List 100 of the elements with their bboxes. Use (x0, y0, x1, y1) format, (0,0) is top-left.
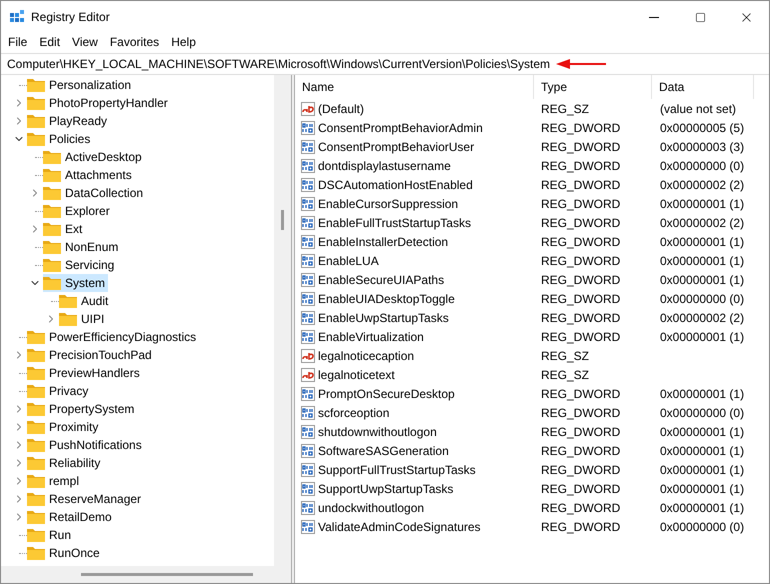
value-name[interactable]: EnableLUA (318, 252, 379, 270)
minimize-icon (649, 16, 659, 18)
value-data: 0x00000002 (2) (660, 216, 744, 230)
value-name[interactable]: EnableCursorSuppression (318, 194, 458, 212)
tree-item[interactable]: ReserveManager (27, 490, 144, 508)
binary-value-icon (301, 216, 315, 230)
value-type: REG_DWORD (541, 272, 620, 286)
tree-item[interactable]: PreviewHandlers (27, 364, 143, 382)
value-name[interactable]: EnableFullTrustStartupTasks (318, 214, 471, 232)
folder-icon (43, 276, 61, 290)
column-header[interactable]: Type (534, 75, 652, 99)
binary-value-icon (301, 444, 315, 458)
column-header[interactable]: Name (295, 75, 534, 99)
menu-item[interactable]: Favorites (110, 33, 160, 51)
value-type: REG_DWORD (541, 406, 620, 420)
value-data: 0x00000000 (0) (660, 292, 744, 306)
folder-icon (27, 402, 45, 416)
value-name[interactable]: dontdisplaylastusername (318, 156, 451, 174)
value-name[interactable]: EnableInstallerDetection (318, 232, 448, 250)
tree-item[interactable]: Personalization (27, 76, 134, 94)
value-name[interactable]: EnableSecureUIAPaths (318, 270, 444, 288)
value-type: REG_DWORD (541, 444, 620, 458)
value-name[interactable]: undockwithoutlogon (318, 498, 424, 516)
binary-value-icon (301, 462, 315, 476)
value-name[interactable]: SupportFullTrustStartupTasks (318, 460, 476, 478)
binary-value-icon (301, 500, 315, 514)
tree-item[interactable]: Explorer (43, 202, 113, 220)
tree-item[interactable]: PlayReady (27, 112, 110, 130)
menu-item[interactable]: File (8, 33, 28, 51)
tree-item[interactable]: PushNotifications (27, 436, 145, 454)
value-type: REG_DWORD (541, 330, 620, 344)
tree-item[interactable]: RetailDemo (27, 508, 115, 526)
value-type: REG_SZ (541, 368, 590, 382)
value-type: REG_DWORD (541, 500, 620, 514)
vertical-scrollbar[interactable] (274, 75, 291, 566)
tree-item[interactable]: PowerEfficiencyDiagnostics (27, 328, 200, 346)
window-title: Registry Editor (31, 9, 110, 26)
value-name[interactable]: ValidateAdminCodeSignatures (318, 518, 481, 536)
value-name[interactable]: SupportUwpStartupTasks (318, 480, 454, 498)
tree-item[interactable]: NonEnum (43, 238, 122, 256)
value-type: REG_DWORD (541, 254, 620, 268)
value-name[interactable]: EnableUwpStartupTasks (318, 308, 449, 326)
folder-icon (27, 384, 45, 398)
tree-item[interactable]: UIPI (59, 310, 108, 328)
binary-value-icon (301, 292, 315, 306)
tree-item[interactable]: PhotoPropertyHandler (27, 94, 171, 112)
string-value-icon (301, 348, 315, 362)
string-value-icon (301, 368, 315, 382)
value-name[interactable]: scforceoption (318, 404, 390, 422)
value-data: (value not set) (660, 102, 736, 116)
binary-value-icon (301, 234, 315, 248)
folder-icon (27, 510, 45, 524)
tree-item[interactable]: Ext (43, 220, 86, 238)
folder-icon (27, 348, 45, 362)
tree-item[interactable]: Policies (27, 130, 94, 148)
tree-item[interactable]: DataCollection (43, 184, 146, 202)
tree-item[interactable]: Run (27, 526, 74, 544)
folder-icon (27, 456, 45, 470)
value-name[interactable]: (Default) (318, 100, 364, 118)
tree-item[interactable]: ActiveDesktop (43, 148, 145, 166)
tree-item[interactable]: PrecisionTouchPad (27, 346, 155, 364)
value-name[interactable]: legalnoticetext (318, 366, 395, 384)
tree-item[interactable]: Attachments (43, 166, 135, 184)
folder-icon (43, 222, 61, 236)
value-data: 0x00000002 (2) (660, 178, 744, 192)
value-type: REG_DWORD (541, 520, 620, 534)
value-name[interactable]: ConsentPromptBehaviorAdmin (318, 118, 483, 136)
tree-item[interactable]: RunOnce (27, 544, 103, 562)
value-name[interactable]: legalnoticecaption (318, 346, 414, 364)
tree-item[interactable]: rempl (27, 472, 82, 490)
folder-icon (27, 474, 45, 488)
value-name[interactable]: EnableUIADesktopToggle (318, 290, 455, 308)
value-data: 0x00000001 (1) (660, 500, 744, 514)
binary-value-icon (301, 158, 315, 172)
tree-item[interactable]: Reliability (27, 454, 104, 472)
address-bar[interactable]: Computer\HKEY_LOCAL_MACHINE\SOFTWARE\Microsoft\Windows\CurrentVersion\Policies\System (7, 55, 550, 73)
menu-item[interactable]: View (72, 33, 98, 51)
tree-item[interactable]: Servicing (43, 256, 118, 274)
value-type: REG_SZ (541, 348, 590, 362)
value-name[interactable]: ConsentPromptBehaviorUser (318, 138, 474, 156)
horizontal-scrollbar[interactable] (1, 566, 291, 583)
tree-item[interactable]: System (43, 274, 108, 292)
column-header[interactable]: Data (652, 75, 754, 99)
value-data: 0x00000001 (1) (660, 272, 744, 286)
tree-item[interactable]: Privacy (27, 382, 92, 400)
value-name[interactable]: DSCAutomationHostEnabled (318, 176, 473, 194)
value-name[interactable]: PromptOnSecureDesktop (318, 384, 455, 402)
tree-item[interactable]: Audit (59, 292, 112, 310)
value-data: 0x00000001 (1) (660, 424, 744, 438)
value-data: 0x00000000 (0) (660, 520, 744, 534)
value-name[interactable]: EnableVirtualization (318, 328, 424, 346)
value-name[interactable]: shutdownwithoutlogon (318, 422, 437, 440)
binary-value-icon (301, 310, 315, 324)
value-name[interactable]: SoftwareSASGeneration (318, 442, 449, 460)
maximize-icon (694, 12, 706, 22)
tree-item[interactable]: Proximity (27, 418, 102, 436)
menu-item[interactable]: Edit (39, 33, 60, 51)
tree-item[interactable]: PropertySystem (27, 400, 138, 418)
menu-item[interactable]: Help (171, 33, 196, 51)
value-data: 0x00000001 (1) (660, 330, 744, 344)
